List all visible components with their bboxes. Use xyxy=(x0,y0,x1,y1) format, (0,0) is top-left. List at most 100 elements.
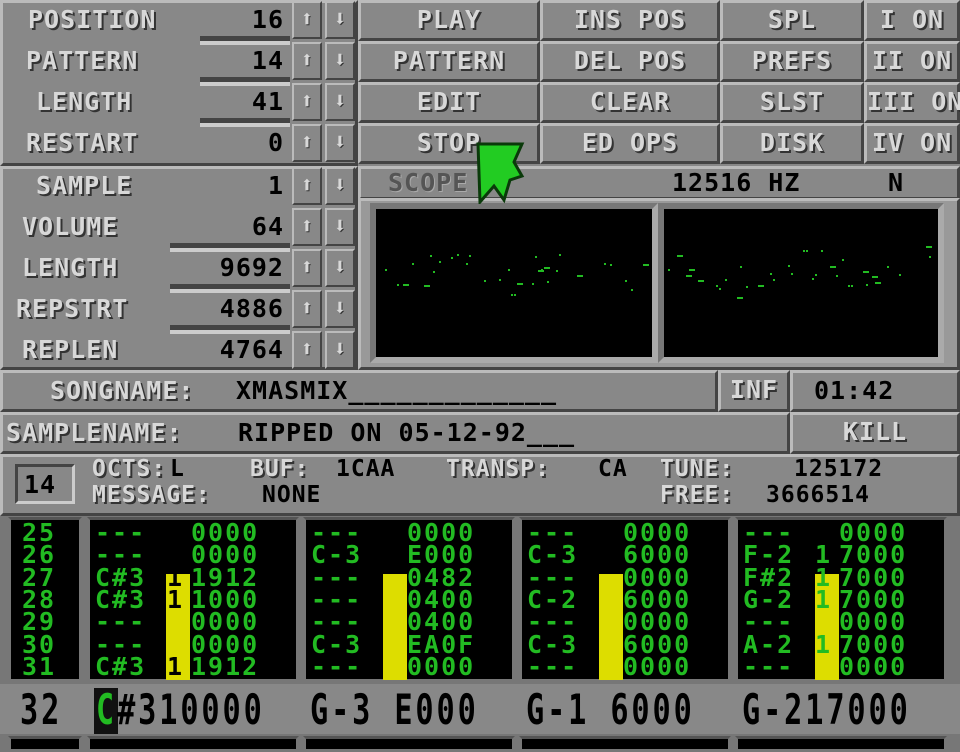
current-row-track-3[interactable]: G-1 6000 xyxy=(526,686,695,734)
scope-sample-dot xyxy=(643,264,649,266)
transp-label: TRANSP: xyxy=(446,456,550,482)
effect[interactable]: 0000 xyxy=(407,654,475,679)
scope-sample-dot xyxy=(466,263,468,265)
buf-label: BUF: xyxy=(250,456,310,482)
current-row-number: 32 xyxy=(20,685,63,734)
tune-label: TUNE: xyxy=(660,456,735,482)
scope-sample-dot xyxy=(815,274,817,276)
buf-value: 1CAA xyxy=(336,456,396,482)
song-time: 01:42 xyxy=(814,376,895,405)
scope-sample-dot xyxy=(836,275,838,277)
next-row-track-1 xyxy=(87,736,299,752)
songname-label: SONGNAME: xyxy=(50,376,195,405)
scope-sample-dot xyxy=(604,263,606,265)
scope-sample-dot xyxy=(806,250,808,252)
scope-sample-dot xyxy=(631,289,633,291)
free-value: 3666514 xyxy=(766,482,870,508)
scope-sample-dot xyxy=(689,269,695,271)
scope-sample-dot xyxy=(556,270,558,272)
songname-field[interactable]: XMASMIX_____________ xyxy=(236,378,557,403)
scope-sample-dot xyxy=(872,276,878,278)
scope-sample-dot xyxy=(547,281,549,283)
scope-sample-dot xyxy=(508,269,510,271)
scope-sample-dot xyxy=(719,288,721,290)
instrument[interactable]: 1 xyxy=(815,632,832,657)
scope-sample-dot xyxy=(851,285,853,287)
scope-sample-dot xyxy=(698,280,704,282)
note[interactable]: --- xyxy=(311,654,362,679)
current-row-track-4[interactable]: G-217000 xyxy=(742,686,911,734)
scope-sample-dot xyxy=(668,269,670,271)
scope-sample-dot xyxy=(929,256,931,258)
scope-sample-dot xyxy=(812,278,814,280)
scope-sample-dot xyxy=(451,257,453,259)
scope-sample-dot xyxy=(514,294,516,296)
scope-sample-dot xyxy=(517,283,523,285)
scope-sample-dot xyxy=(863,271,869,273)
scope-sample-dot xyxy=(926,246,932,248)
scope-sample-dot xyxy=(625,280,627,282)
effect[interactable]: 1912 xyxy=(191,654,259,679)
scope-sample-dot xyxy=(532,283,534,285)
octs-value: L xyxy=(170,456,185,482)
scope-sample-dot xyxy=(791,273,793,275)
scope-sample-dot xyxy=(403,284,409,286)
kill-button[interactable]: KILL xyxy=(790,412,960,454)
scope-sample-dot xyxy=(716,285,718,287)
note[interactable]: --- xyxy=(743,654,794,679)
instrument[interactable]: 1 xyxy=(167,587,184,612)
effect[interactable]: 0000 xyxy=(839,654,907,679)
note[interactable]: --- xyxy=(527,654,578,679)
current-row-track-2[interactable]: G-3 E000 xyxy=(310,686,479,734)
current-row-track-1[interactable]: C#310000 xyxy=(112,686,265,734)
scope-sample-dot xyxy=(430,255,432,257)
octs-label: OCTS: xyxy=(92,456,167,482)
pattern-number: 14 xyxy=(24,470,57,499)
scope-sample-dot xyxy=(535,256,537,258)
scope-sample-dot xyxy=(740,266,742,268)
scope-sample-dot xyxy=(803,250,805,252)
message-value: NONE xyxy=(262,482,322,508)
scope-sample-dot xyxy=(770,273,772,275)
scope-sample-dot xyxy=(830,266,836,268)
effect[interactable]: 0000 xyxy=(623,654,691,679)
track-2-volume-meter xyxy=(383,574,407,680)
scope-sample-dot xyxy=(424,285,430,287)
row-number: 31 xyxy=(22,651,57,681)
scope-sample-dot xyxy=(439,261,441,263)
scope-sample-dot xyxy=(788,265,790,267)
scope-sample-dot xyxy=(412,263,414,265)
scope-sample-dot xyxy=(484,280,486,282)
instrument[interactable]: 1 xyxy=(167,654,184,679)
transp-value: CA xyxy=(598,456,628,482)
track-3-volume-meter xyxy=(599,574,623,680)
info-button[interactable]: INF xyxy=(718,370,790,412)
scope-sample-dot xyxy=(866,284,868,286)
scope-sample-dot xyxy=(848,285,850,287)
message-label: MESSAGE: xyxy=(92,482,211,508)
instrument[interactable]: 1 xyxy=(815,587,832,612)
scope-sample-dot xyxy=(758,285,764,287)
mouse-pointer-icon xyxy=(476,142,525,204)
scope-sample-dot xyxy=(610,264,612,266)
scope-sample-dot xyxy=(577,275,583,277)
note[interactable]: C#3 xyxy=(95,654,146,679)
samplename-field[interactable]: RIPPED ON 05-12-92___ xyxy=(238,420,575,445)
scope-sample-dot xyxy=(457,254,459,256)
scope-sample-dot xyxy=(541,269,543,271)
scope-sample-dot xyxy=(773,279,775,281)
scope-sample-dot xyxy=(469,255,471,257)
scope-sample-dot xyxy=(559,254,561,256)
scope-sample-dot xyxy=(499,279,501,281)
free-label: FREE: xyxy=(660,482,735,508)
scope-sample-dot xyxy=(737,297,743,299)
scope-sample-dot xyxy=(544,267,550,269)
scope-sample-dot xyxy=(677,255,683,257)
scope-sample-dot xyxy=(746,286,748,288)
scope-sample-dot xyxy=(821,250,823,252)
next-row-track-2 xyxy=(303,736,515,752)
scope-sample-dot xyxy=(725,279,727,281)
next-row-track-3 xyxy=(519,736,731,752)
samplename-label: SAMPLENAME: xyxy=(6,418,183,447)
next-row-track-4 xyxy=(735,736,947,752)
